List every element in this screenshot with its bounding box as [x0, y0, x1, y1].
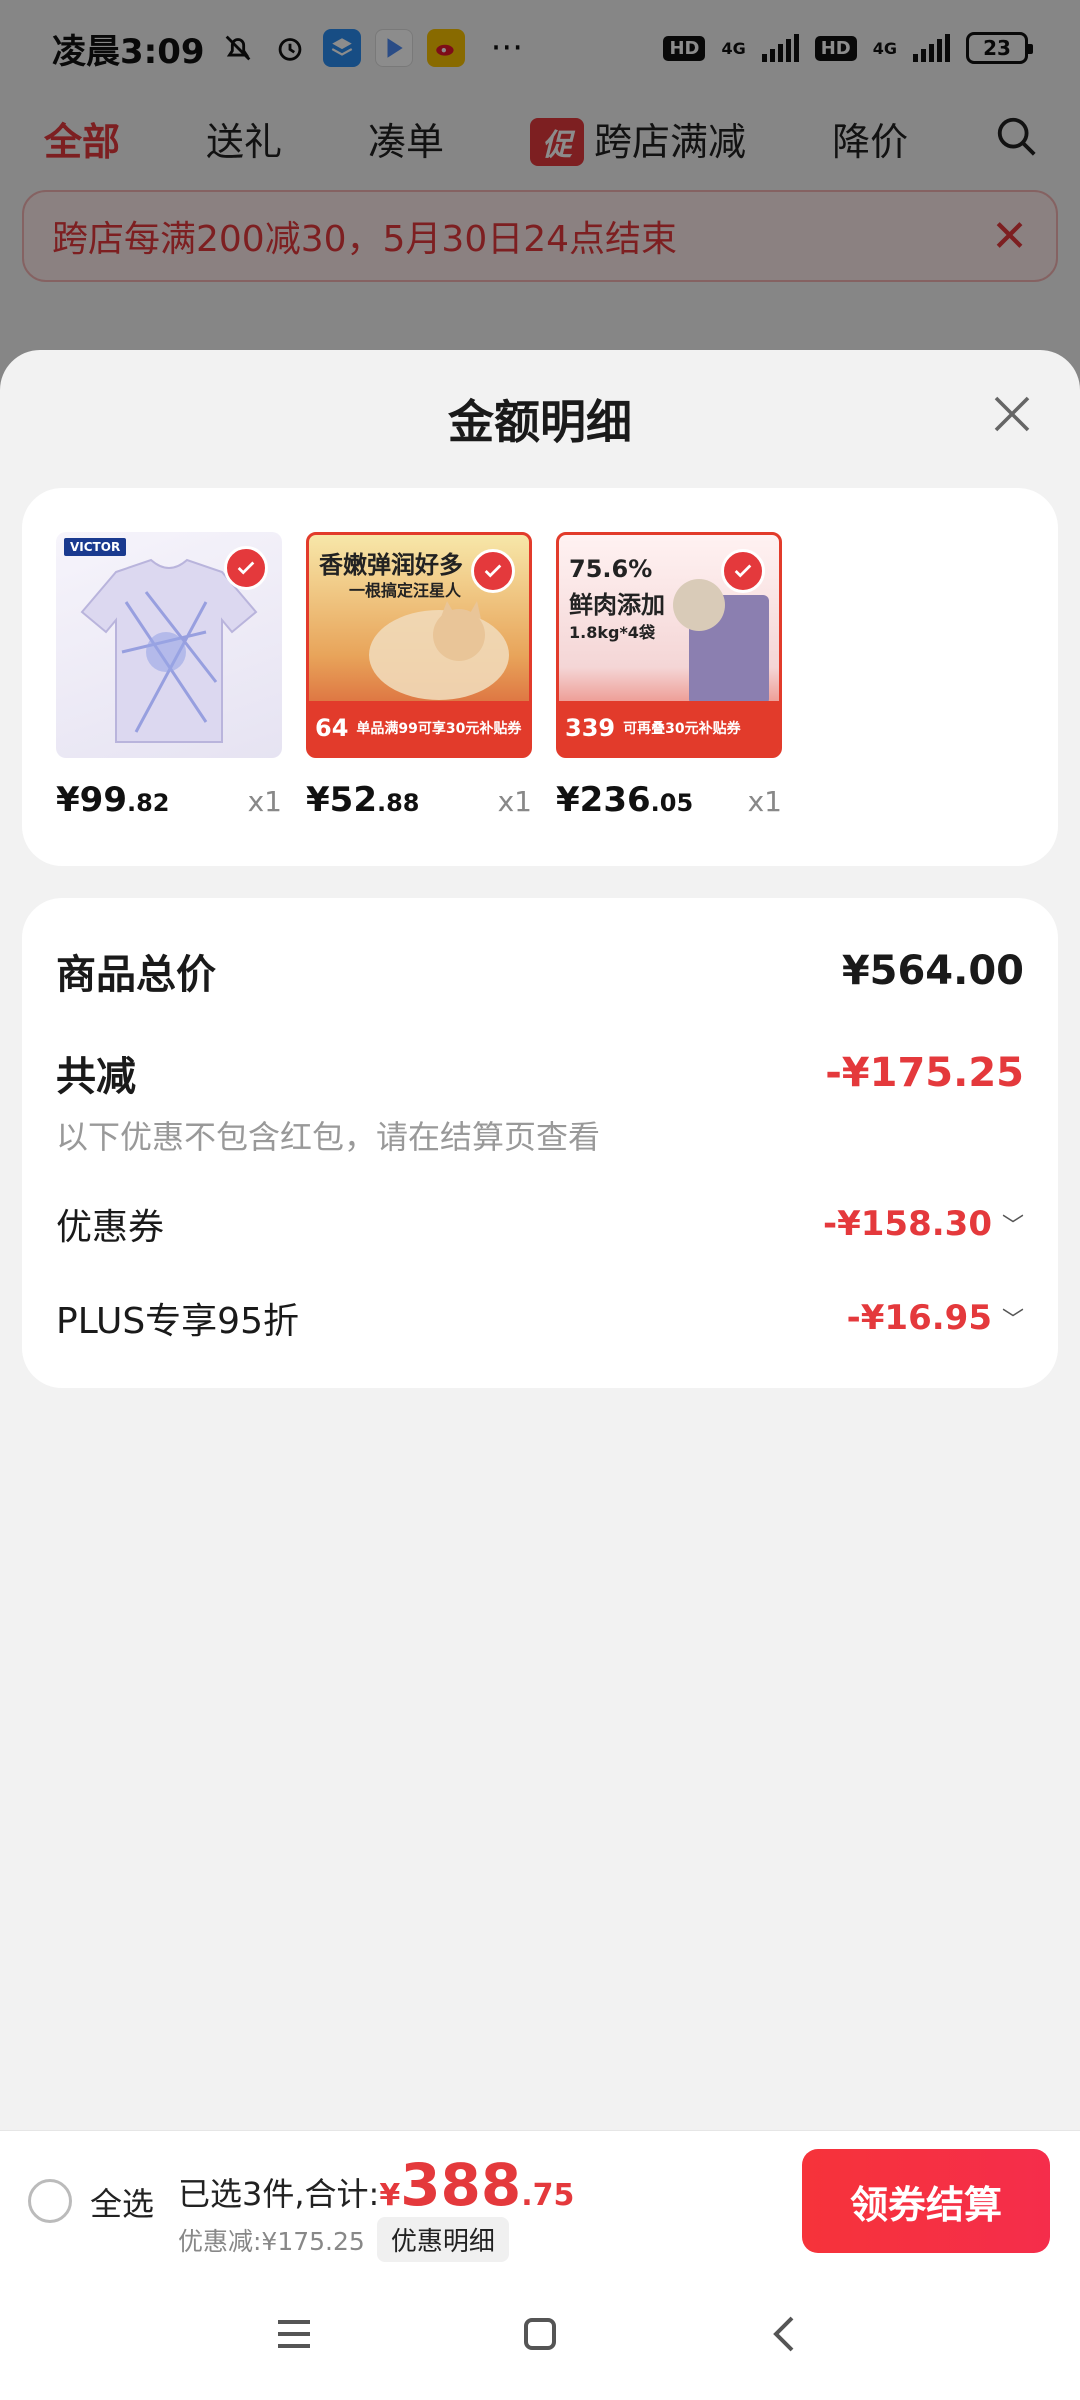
coupon-label: 优惠券 — [56, 1207, 165, 1248]
discount-detail-button[interactable]: 优惠明细 — [376, 2217, 509, 2262]
product-price-decimal: .88 — [376, 789, 420, 817]
tag-price: 339 — [565, 714, 616, 742]
product-item[interactable]: VICTOR ¥99 .82 x1 — [56, 532, 282, 866]
total-reduction-row: 共减 -¥175.25 — [56, 1044, 1024, 1102]
product-price-row: ¥236 .05 x1 — [556, 780, 782, 820]
total-price-value: ¥564.00 — [841, 948, 1024, 994]
selected-total-label: 已选3件,合计: — [178, 2175, 380, 2213]
system-nav-bar — [0, 2270, 1080, 2400]
discount-line: 优惠减:¥175.25 优惠明细 — [178, 2217, 509, 2262]
total-currency: ¥ — [379, 2178, 401, 2213]
product-price: ¥99 — [56, 780, 127, 820]
select-all-label[interactable]: 全选 — [90, 2179, 154, 2225]
chevron-down-icon[interactable]: ﹀ — [1002, 1208, 1024, 1240]
product-thumbnail[interactable]: VICTOR — [56, 532, 282, 758]
promo-strip: 64 单品满99可享30元补贴券 — [309, 701, 529, 755]
total-reduction-value: -¥175.25 — [825, 1050, 1024, 1096]
plus-discount-value: -¥16.95 — [846, 1298, 992, 1338]
close-icon[interactable] — [988, 390, 1036, 438]
checkout-bar: 全选 已选3件,合计: ¥ 388 .75 优惠减:¥175.25 优惠明细 领… — [0, 2130, 1080, 2270]
selected-check-icon[interactable] — [471, 549, 515, 593]
checkout-button[interactable]: 领券结算 — [802, 2149, 1050, 2253]
tag-price: 64 — [315, 714, 349, 742]
product-item[interactable]: 75.6% 鲜肉添加 1.8kg*4袋 339 可再叠30元补贴券 ¥236 .… — [556, 532, 782, 866]
discount-note: 以下优惠不包含红包，请在结算页查看 — [56, 1118, 601, 1156]
plus-discount-label: PLUS专享95折 — [56, 1301, 299, 1342]
product-price: ¥52 — [306, 780, 377, 820]
total-price-label: 商品总价 — [56, 952, 216, 998]
promo-strip: 339 可再叠30元补贴券 — [559, 701, 779, 755]
home-icon[interactable] — [516, 2310, 564, 2358]
product-price-decimal: .82 — [126, 789, 170, 817]
total-price-row: 商品总价 ¥564.00 — [56, 942, 1024, 1000]
product-price-row: ¥99 .82 x1 — [56, 780, 282, 820]
coupon-row[interactable]: 优惠券 -¥158.30 ﹀ — [56, 1198, 1024, 1250]
product-list-card: VICTOR ¥99 .82 x1 香嫩弹润好多 一根搞定汪星人 64 单品满9… — [22, 488, 1058, 866]
total-amount-decimal: .75 — [521, 2178, 575, 2213]
product-price: ¥236 — [556, 780, 651, 820]
menu-icon[interactable] — [270, 2310, 318, 2358]
back-icon[interactable] — [762, 2310, 810, 2358]
product-thumbnail[interactable]: 75.6% 鲜肉添加 1.8kg*4袋 339 可再叠30元补贴券 — [556, 532, 782, 758]
tag-text: 可再叠30元补贴券 — [623, 721, 741, 737]
product-thumbnail[interactable]: 香嫩弹润好多 一根搞定汪星人 64 单品满99可享30元补贴券 — [306, 532, 532, 758]
coupon-value: -¥158.30 — [823, 1204, 992, 1244]
product-quantity: x1 — [497, 785, 532, 818]
chevron-down-icon[interactable]: ﹀ — [1002, 1302, 1024, 1334]
product-item[interactable]: 香嫩弹润好多 一根搞定汪星人 64 单品满99可享30元补贴券 ¥52 .88 — [306, 532, 532, 866]
product-price-decimal: .05 — [650, 789, 694, 817]
product-quantity: x1 — [747, 785, 782, 818]
sheet-title: 金额明细 — [448, 395, 632, 449]
discount-text: 优惠减:¥175.25 — [178, 2226, 365, 2256]
total-line: 已选3件,合计: ¥ 388 .75 — [178, 2151, 574, 2219]
tag-text: 单品满99可享30元补贴券 — [356, 721, 522, 737]
selected-check-icon[interactable] — [721, 549, 765, 593]
total-amount: 388 — [400, 2151, 522, 2219]
product-price-row: ¥52 .88 x1 — [306, 780, 532, 820]
amount-detail-sheet: 金额明细 VICTOR ¥99 .82 x1 香嫩弹润好多 一根搞定汪星人 64… — [0, 350, 1080, 2130]
select-all-radio[interactable] — [28, 2179, 72, 2223]
selected-check-icon[interactable] — [224, 546, 268, 590]
product-quantity: x1 — [247, 785, 282, 818]
total-reduction-label: 共减 — [56, 1054, 136, 1100]
plus-discount-row[interactable]: PLUS专享95折 -¥16.95 ﹀ — [56, 1292, 1024, 1344]
price-summary-card: 商品总价 ¥564.00 共减 -¥175.25 以下优惠不包含红包，请在结算页… — [22, 898, 1058, 1388]
